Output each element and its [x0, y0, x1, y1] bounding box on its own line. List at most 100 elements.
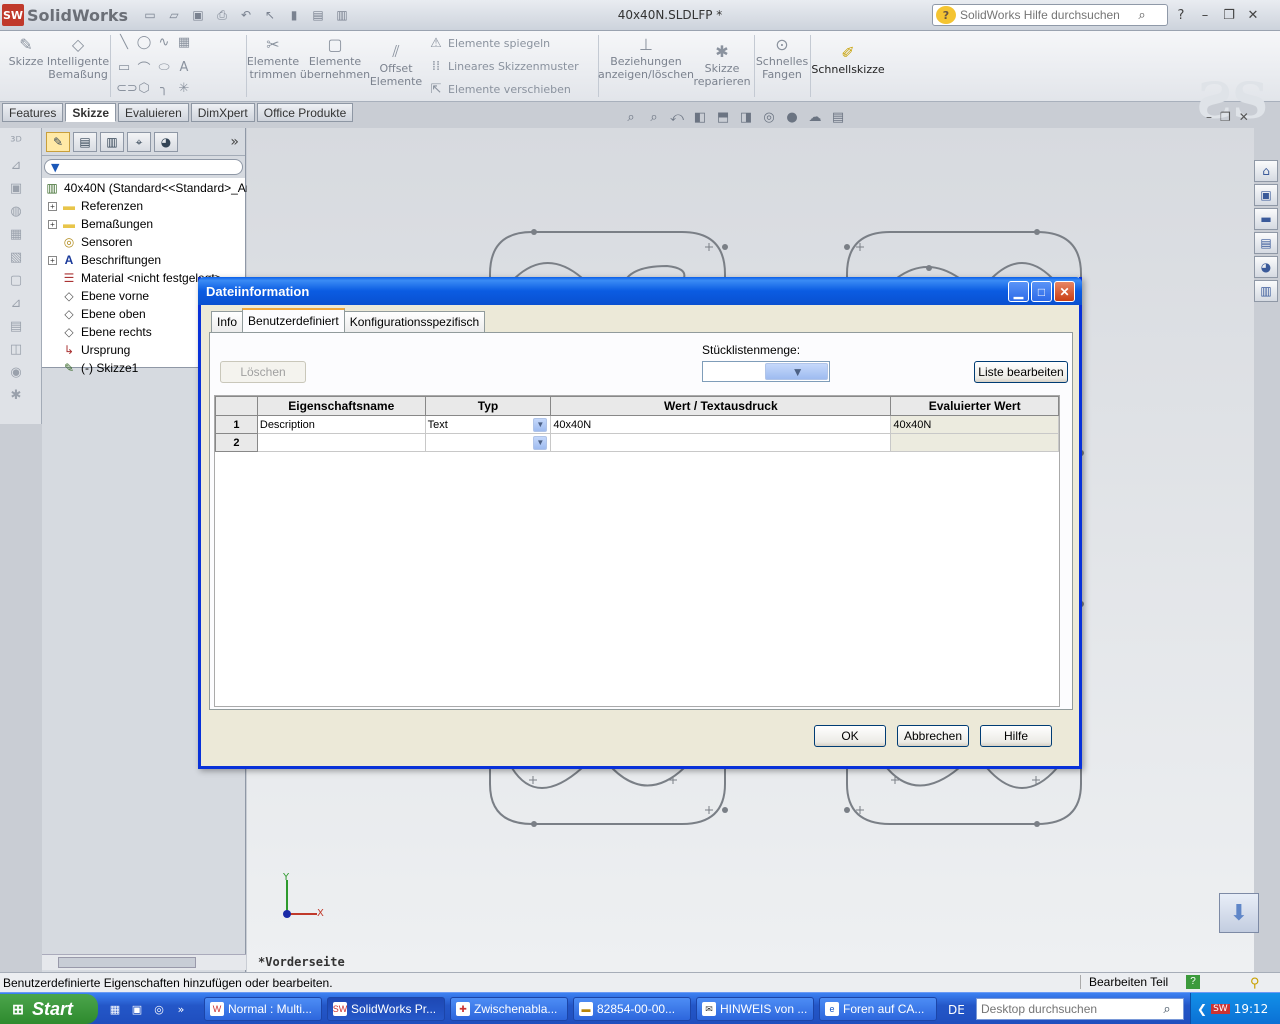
start-button[interactable]: ⊞ Start — [0, 994, 98, 1024]
linear-pattern-button[interactable]: ⁞⁞ Lineares Skizzenmuster — [428, 59, 579, 74]
document-restore-icon[interactable]: ❐ — [1220, 110, 1231, 124]
design-library-icon[interactable]: ▣ — [1254, 184, 1278, 206]
scrollbar-thumb[interactable] — [58, 957, 196, 968]
tab-sketch[interactable]: Skizze — [65, 103, 117, 122]
tree-root-part[interactable]: ▥ 40x40N (Standard<<Standard>_An — [44, 179, 252, 197]
rebuild-icon[interactable]: ▮ — [284, 6, 304, 24]
expand-tabs-icon[interactable]: » — [230, 134, 239, 150]
spline-icon[interactable]: ∿ — [156, 35, 172, 50]
new-document-icon[interactable]: ▭ — [140, 6, 160, 24]
point-icon[interactable]: ✳ — [176, 81, 192, 96]
line-tool[interactable]: ╲ ◯ ∿ ▦ — [116, 35, 192, 50]
open-icon[interactable]: ▱ — [164, 6, 184, 24]
appearances-icon[interactable]: ◕ — [1254, 256, 1278, 278]
home-icon[interactable]: ⌂ — [1254, 160, 1278, 182]
expand-icon[interactable]: + — [48, 219, 57, 229]
text-icon[interactable]: A — [176, 60, 192, 75]
tab-evaluate[interactable]: Evaluieren — [118, 103, 189, 122]
mirror-icon[interactable]: ◫ — [5, 340, 27, 358]
minimize-icon[interactable]: – — [1196, 6, 1214, 24]
zoom-to-fit-icon[interactable]: ⌕ — [622, 108, 640, 126]
more-launch-icon[interactable]: » — [172, 1000, 190, 1018]
taskbar-button-clipboard[interactable]: ✚ Zwischenabla... — [450, 997, 568, 1021]
column-header-property-name[interactable]: Eigenschaftsname — [256, 396, 426, 416]
tree-item-sketch1[interactable]: ✎ (-) Skizze1 — [61, 359, 138, 377]
status-help-icon[interactable]: ? — [1186, 975, 1200, 989]
grid-icon[interactable]: ▦ — [176, 35, 192, 50]
circle-icon[interactable]: ◯ — [136, 35, 152, 50]
custom-properties-icon[interactable]: ▥ — [1254, 280, 1278, 302]
options-icon[interactable]: ▥ — [332, 6, 352, 24]
tree-filter-box[interactable]: ▼ — [44, 159, 243, 175]
loft-icon[interactable]: ▧ — [5, 248, 27, 266]
trim-entities-button[interactable]: ✂ Elemente trimmen — [247, 33, 299, 81]
tree-item-dimensions[interactable]: + ▬ Bemaßungen — [48, 215, 153, 233]
move-entities-button[interactable]: ⇱ Elemente verschieben — [428, 82, 571, 97]
value-cell[interactable] — [550, 433, 892, 452]
tree-item-right-plane[interactable]: ◇ Ebene rechts — [61, 323, 151, 341]
rib-icon[interactable]: ⊿ — [5, 294, 27, 312]
cancel-button[interactable]: Abbrechen — [897, 725, 969, 747]
previous-view-icon[interactable]: ⤺ — [668, 108, 686, 126]
smart-dimension-button[interactable]: ◇ Intelligente Bemaßung — [47, 33, 109, 81]
quick-snaps-button[interactable]: ⊙ Schnelles Fangen — [756, 33, 808, 81]
file-explorer-icon[interactable]: ▬ — [1254, 208, 1278, 230]
hole-icon[interactable]: ◉ — [5, 363, 27, 381]
search-icon[interactable]: ⌕ — [1157, 1002, 1177, 1017]
dimension-icon[interactable]: ⊿ — [5, 156, 27, 174]
view-palette-icon[interactable]: ▤ — [1254, 232, 1278, 254]
save-icon[interactable]: ▣ — [188, 6, 208, 24]
configuration-manager-tab-icon[interactable]: ▥ — [100, 132, 124, 152]
chevron-down-icon[interactable]: ▼ — [764, 363, 828, 380]
tab-configuration-specific[interactable]: Konfigurationsspezifisch — [343, 311, 486, 332]
sweep-icon[interactable]: ▦ — [5, 225, 27, 243]
feature-tree-scrollbar[interactable] — [42, 954, 246, 970]
slot-tool[interactable]: ⊂⊃ ⬡ ╮ ✳ — [116, 81, 192, 96]
extrude-icon[interactable]: ▣ — [5, 179, 27, 197]
appearance-icon[interactable]: ● — [783, 108, 801, 126]
scroll-down-icon[interactable]: ⬇ — [1219, 893, 1259, 933]
taskbar-button-folder[interactable]: ▬ 82854-00-00... — [573, 997, 691, 1021]
tab-info[interactable]: Info — [211, 311, 244, 332]
dialog-maximize-icon[interactable]: □ — [1031, 281, 1052, 302]
rebuild-status-icon[interactable]: ⚲ — [1250, 975, 1260, 991]
search-icon[interactable]: ⌕ — [1132, 8, 1152, 23]
tree-item-sensors[interactable]: ◎ Sensoren — [61, 233, 133, 251]
3d-sketch-icon[interactable]: ³ᴰ — [5, 133, 27, 151]
pattern-icon[interactable]: ▤ — [5, 317, 27, 335]
restore-icon[interactable]: ❐ — [1220, 6, 1238, 24]
solidworks-logo[interactable]: SW SolidWorks — [2, 3, 132, 27]
type-cell[interactable]: Text ▼ — [424, 415, 552, 434]
ok-button[interactable]: OK — [814, 725, 886, 747]
value-cell[interactable]: 40x40N — [550, 415, 892, 434]
document-close-icon[interactable]: ✕ — [1239, 110, 1249, 124]
ie-launch-icon[interactable]: ◎ — [150, 1000, 168, 1018]
taskbar-button-word[interactable]: W Normal : Multi... — [204, 997, 322, 1021]
polygon-icon[interactable]: ⬡ — [136, 81, 152, 96]
ellipse-icon[interactable]: ⬭ — [156, 60, 172, 75]
taskbar-button-message[interactable]: ✉ HINWEIS von ... — [696, 997, 814, 1021]
chevron-down-icon[interactable]: ▼ — [533, 417, 548, 432]
offset-entities-button[interactable]: ⫽ Offset Elemente — [370, 40, 422, 88]
tab-dimxpert[interactable]: DimXpert — [190, 103, 255, 122]
app-launch-icon[interactable]: ▦ — [106, 1000, 124, 1018]
convert-entities-button[interactable]: ▢ Elemente übernehmen — [300, 33, 370, 81]
revolve-icon[interactable]: ◍ — [5, 202, 27, 220]
dimxpert-manager-tab-icon[interactable]: ⌖ — [127, 132, 151, 152]
display-relations-button[interactable]: ⊥ Beziehungen anzeigen/löschen — [598, 33, 694, 81]
mirror-entities-button[interactable]: ⚠ Elemente spiegeln — [428, 36, 550, 51]
section-view-icon[interactable]: ◧ — [691, 108, 709, 126]
type-cell[interactable]: ▼ — [424, 433, 552, 452]
dialog-title-bar[interactable]: Dateiinformation ▁ □ ✕ — [198, 277, 1082, 305]
help-search-input[interactable] — [956, 8, 1132, 22]
expand-icon[interactable]: + — [48, 201, 57, 211]
taskbar-button-browser[interactable]: e Foren auf CA... — [819, 997, 937, 1021]
edit-list-button[interactable]: Liste bearbeiten — [974, 361, 1068, 383]
scene-icon[interactable]: ☁ — [806, 108, 824, 126]
property-manager-tab-icon[interactable]: ▤ — [73, 132, 97, 152]
column-header-evaluated-value[interactable]: Evaluierter Wert — [890, 396, 1059, 416]
rapid-sketch-button[interactable]: ✐ Schnellskizze — [811, 41, 884, 76]
view-orientation-icon[interactable]: ⬒ — [714, 108, 732, 126]
tree-item-references[interactable]: + ▬ Referenzen — [48, 197, 143, 215]
close-icon[interactable]: ✕ — [1244, 6, 1262, 24]
